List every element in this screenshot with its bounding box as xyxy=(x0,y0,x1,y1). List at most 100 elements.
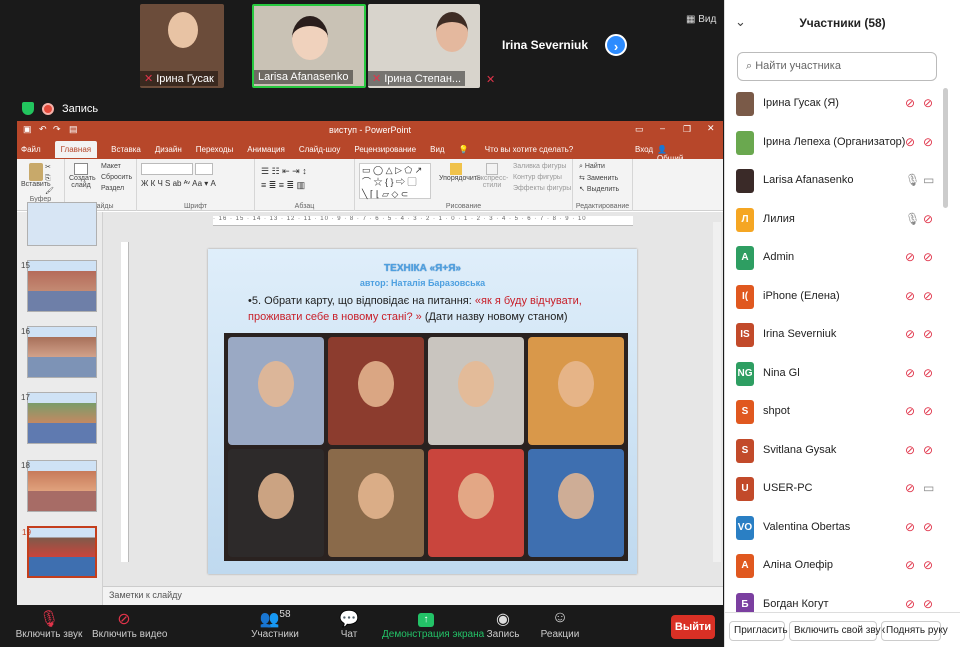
shapes-gallery[interactable]: ▭ ◯ △ ▷ ⬠ ↗ ⌒ ☆ { } ⇨ ▢ ╲ ⌈ ⌊ ▱ ◇ ⊂ xyxy=(359,163,431,199)
share-screen-button[interactable]: ↑ Демонстрация экрана xyxy=(382,609,484,640)
slide-canvas[interactable]: ТЕХНІКА «Я+Я» автор: Наталія Баразовська… xyxy=(208,249,637,574)
portrait-card[interactable] xyxy=(428,337,524,445)
tab-view[interactable]: Вид xyxy=(430,145,444,154)
portrait-card[interactable] xyxy=(228,337,324,445)
editing-group: ⌕ Найти ⇆ Заменить ↖ Выделить Редактиров… xyxy=(573,159,633,211)
participants-button[interactable]: 👥58 Участники xyxy=(250,609,300,640)
participant-row[interactable]: U USER-PC ⊘ ▭ xyxy=(725,469,960,507)
paragraph-buttons[interactable]: ☰ ☷ ⇤ ⇥ ↕ ≡ ≣ ≡ ≣ ▥ xyxy=(261,164,307,192)
avatar xyxy=(736,92,754,116)
reactions-button[interactable]: ☺ Реакции xyxy=(540,609,580,640)
font-format-buttons[interactable]: Ж К Ч S ab ᴬᵛ Аа ▾ A xyxy=(141,179,216,188)
tell-me-box[interactable]: 💡 Что вы хотите сделать? xyxy=(459,145,588,154)
quick-styles-button[interactable]: Экспресс-стили xyxy=(475,163,509,189)
participant-row[interactable]: I(iPhone (Елена) ⊘ ⊘ xyxy=(725,277,960,315)
participant-row[interactable]: Larisa Afanasenko 🎙︎ ▭ xyxy=(725,161,960,199)
slide-thumbnail-selected[interactable]: 19 xyxy=(22,526,97,578)
raise-hand-button[interactable]: Поднять руку xyxy=(881,621,948,641)
portrait-card[interactable] xyxy=(328,337,424,445)
participants-icon: 👥58 xyxy=(259,609,291,628)
horizontal-ruler: · 16 · 15 · 14 · 13 · 12 · 11 · 10 · 9 ·… xyxy=(213,216,633,226)
format-painter-icon[interactable]: 🖌 xyxy=(45,187,54,195)
portrait-card[interactable] xyxy=(528,337,624,445)
find-button[interactable]: ⌕ Найти xyxy=(579,163,605,171)
reset-button[interactable]: Сбросить xyxy=(101,174,132,181)
participant-row[interactable]: NG Nina Gl ⊘ ⊘ xyxy=(725,354,960,392)
layout-button[interactable]: Макет xyxy=(101,163,121,170)
mic-off-icon: ⊘ xyxy=(905,558,916,572)
avatar: U xyxy=(736,477,754,501)
video-tile-irina-severniuk[interactable]: Irina Severniuk ✕ xyxy=(482,4,594,88)
tab-file[interactable]: Файл xyxy=(21,145,41,154)
shape-fill-button[interactable]: Заливка фигуры xyxy=(513,163,566,170)
participant-row[interactable]: Б Богдан Когут ⊘ ⊘ xyxy=(725,585,960,612)
cut-icon[interactable]: ✂ xyxy=(45,163,51,171)
slide-thumbnail[interactable]: 18 xyxy=(21,460,97,512)
video-strip: ✕ Ірина Гусак Larisa Afanasenko ✕ Ірина Ст… xyxy=(0,0,724,92)
participant-row[interactable]: Ірина Гусак (Я) ⊘ ⊘ xyxy=(725,84,960,122)
leave-button[interactable]: Выйти xyxy=(671,615,715,639)
unmute-button[interactable]: 🎙︎ Включить звук xyxy=(14,609,84,640)
notes-pane[interactable]: Заметки к слайду xyxy=(103,586,723,605)
new-slide-button[interactable]: Создать слайд xyxy=(69,163,96,189)
portrait-face xyxy=(458,361,494,407)
video-tile-irina-stepan[interactable]: ✕ Ірина Степан... xyxy=(368,4,480,88)
select-button[interactable]: ↖ Выделить xyxy=(579,185,619,193)
font-name-box[interactable] xyxy=(141,163,193,175)
mic-off-icon: ✕ xyxy=(144,73,154,85)
shape-outline-button[interactable]: Контур фигуры xyxy=(513,174,562,181)
participant-row[interactable]: A Аліна Олефір ⊘ ⊘ xyxy=(725,546,960,584)
participant-row[interactable]: VO Valentina Obertas ⊘ ⊘ xyxy=(725,508,960,546)
search-icon: ⌕ xyxy=(746,60,753,72)
slide-thumbnail-14[interactable] xyxy=(27,202,97,246)
participant-row[interactable]: Ірина Лепеха (Организатор) ⊘ ⊘ xyxy=(725,123,960,161)
portrait-card[interactable] xyxy=(528,449,624,557)
invite-button[interactable]: Пригласить xyxy=(729,621,788,641)
view-button[interactable]: ▦ Вид xyxy=(686,14,716,25)
restore-icon[interactable]: ❐ xyxy=(683,124,691,135)
tab-slideshow[interactable]: Слайд-шоу xyxy=(299,145,340,154)
mic-off-icon: ⊘ xyxy=(905,134,916,149)
arrange-button[interactable]: Упорядочить xyxy=(439,163,481,182)
font-size-box[interactable] xyxy=(195,163,213,175)
avatar xyxy=(736,169,754,193)
tab-animations[interactable]: Анимация xyxy=(247,145,285,154)
tab-design[interactable]: Дизайн xyxy=(155,145,182,154)
replace-button[interactable]: ⇆ Заменить xyxy=(579,174,618,182)
tab-review[interactable]: Рецензирование xyxy=(354,145,416,154)
tab-transitions[interactable]: Переходы xyxy=(196,145,234,154)
portrait-card[interactable] xyxy=(428,449,524,557)
login-link[interactable]: Вход xyxy=(635,145,653,154)
avatar: I( xyxy=(736,284,754,309)
tab-home[interactable]: Главная xyxy=(54,140,98,158)
participant-search-input[interactable]: ⌕ Найти участника xyxy=(737,52,937,81)
ribbon-options-icon[interactable]: ▭ xyxy=(635,124,644,135)
video-tile-irina-gusak[interactable]: ✕ Ірина Гусак xyxy=(140,4,224,88)
video-off-icon: ⊘ xyxy=(923,250,934,264)
start-video-button[interactable]: ⊘ Включить видео xyxy=(92,609,168,640)
participant-row[interactable]: A Admin ⊘ ⊘ xyxy=(725,238,960,276)
slide-thumbnail[interactable]: 15 xyxy=(21,260,97,312)
tab-insert[interactable]: Вставка xyxy=(111,145,141,154)
participant-row[interactable]: IS Irina Severniuk ⊘ ⊘ xyxy=(725,315,960,353)
portrait-card[interactable] xyxy=(228,449,324,557)
participant-row[interactable]: S Svitlana Gysak ⊘ ⊘ xyxy=(725,431,960,469)
video-tile-larisa[interactable]: Larisa Afanasenko xyxy=(252,4,366,88)
participant-row[interactable]: Л Лилия 🎙︎ ⊘ xyxy=(725,200,960,238)
section-button[interactable]: Раздел xyxy=(101,185,124,192)
chevron-right-icon[interactable]: › xyxy=(605,34,627,56)
unmute-self-button[interactable]: Включить свой звук xyxy=(789,621,885,641)
chat-button[interactable]: 💬 Чат xyxy=(336,609,362,640)
slide-thumbnail[interactable]: 17 xyxy=(21,392,97,444)
share-screen-icon: ↑ xyxy=(382,609,470,629)
record-button[interactable]: ◉ Запись xyxy=(486,609,520,640)
scrollbar-vertical[interactable] xyxy=(713,222,721,562)
portrait-card[interactable] xyxy=(328,449,424,557)
panel-scrollbar[interactable] xyxy=(943,88,948,208)
copy-icon[interactable]: ⎘ xyxy=(45,175,51,183)
minimize-icon[interactable]: – xyxy=(660,123,665,133)
shape-effects-button[interactable]: Эффекты фигуры xyxy=(513,185,571,192)
participant-row[interactable]: Sshpot ⊘ ⊘ xyxy=(725,392,960,430)
slide-thumbnail[interactable]: 16 xyxy=(21,326,97,378)
close-icon[interactable]: ✕ xyxy=(707,123,715,134)
